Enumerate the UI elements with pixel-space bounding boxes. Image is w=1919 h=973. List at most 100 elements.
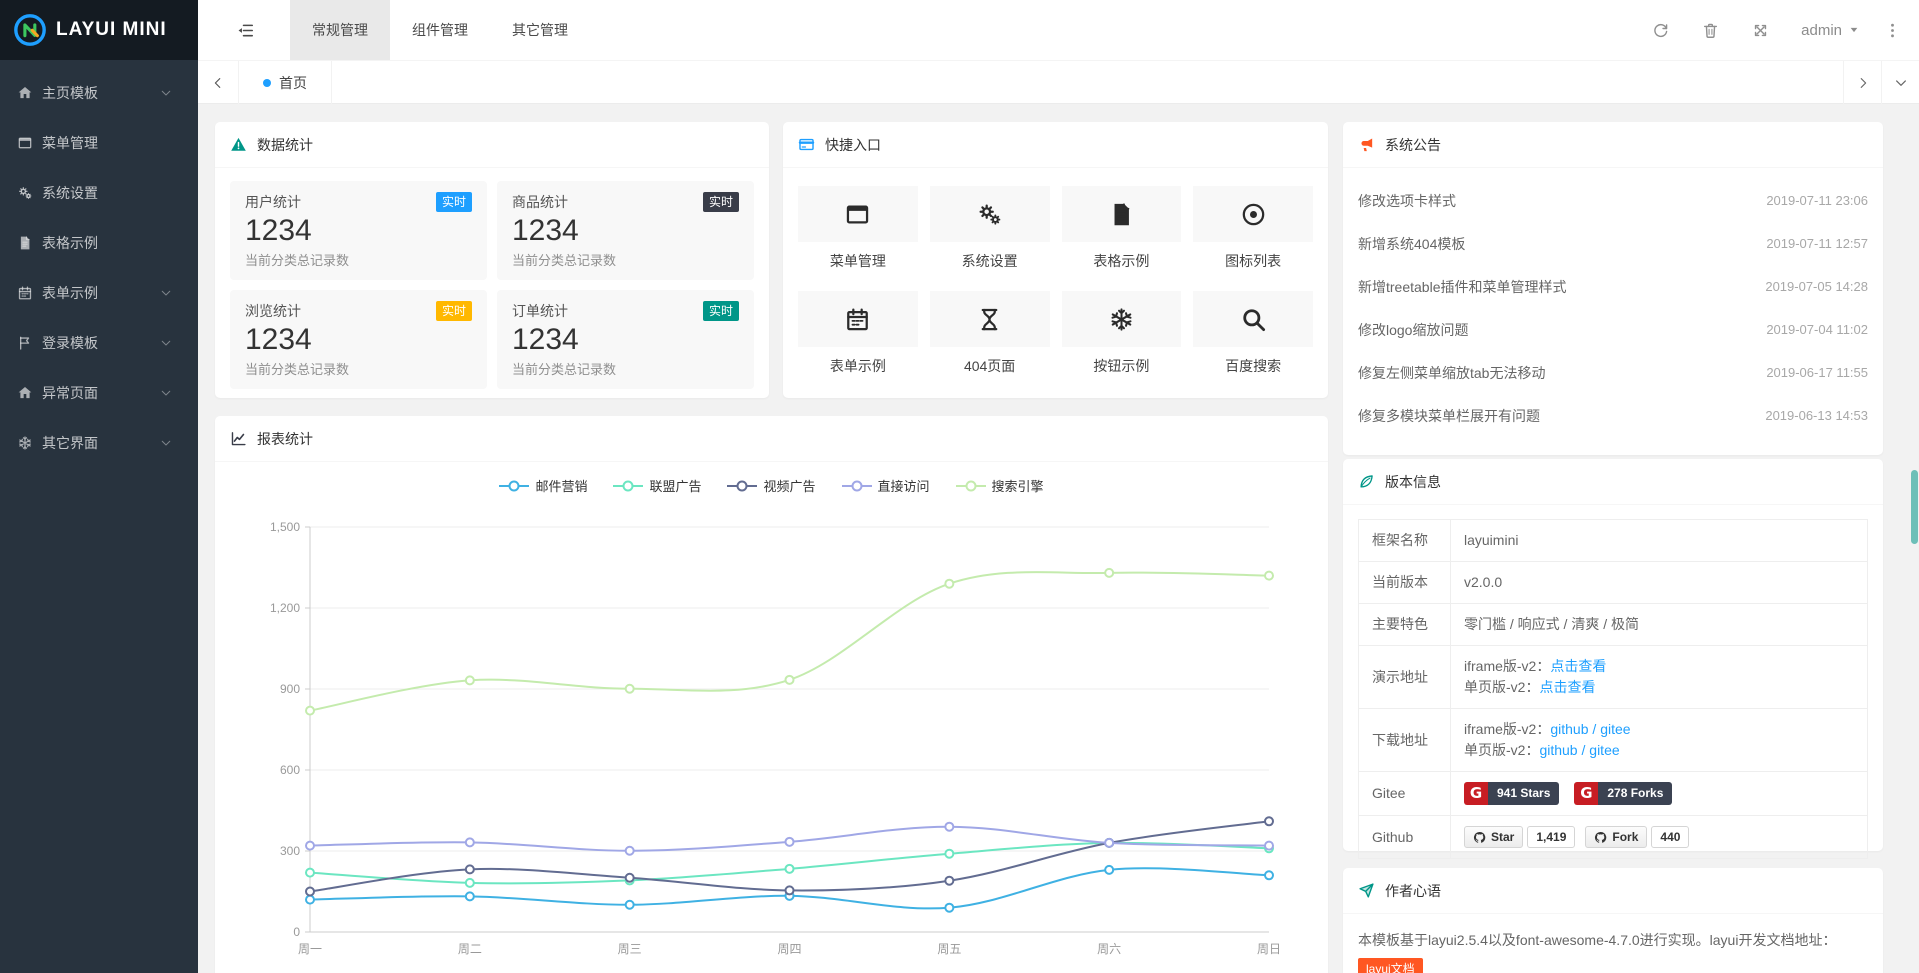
legend-mark-icon — [842, 480, 872, 492]
version-value: v2.0.0 — [1464, 574, 1502, 590]
svg-text:600: 600 — [280, 763, 300, 777]
dot-circle-icon — [1240, 201, 1267, 228]
quick-entry-1[interactable]: 系统设置 — [930, 186, 1050, 271]
sidebar-item-label: 异常页面 — [42, 383, 160, 403]
sidebar-item-3[interactable]: 表格示例 — [0, 218, 198, 268]
sidebar-item-6[interactable]: 异常页面 — [0, 368, 198, 418]
gitee-badge[interactable]: G278 Forks — [1574, 782, 1672, 805]
quick-entry-2[interactable]: 表格示例 — [1062, 186, 1182, 271]
version-row-1: 当前版本 v2.0.0 — [1359, 562, 1868, 604]
sidebar-item-2[interactable]: 系统设置 — [0, 168, 198, 218]
tab-home[interactable]: 首页 — [238, 61, 332, 104]
quick-entry-label: 表单示例 — [798, 356, 918, 376]
sidebar-item-5[interactable]: 登录模板 — [0, 318, 198, 368]
version-link[interactable]: github — [1550, 721, 1588, 737]
notice-item-1[interactable]: 新增系统404模板2019-07-11 12:57 — [1358, 222, 1868, 265]
quick-entry-0[interactable]: 菜单管理 — [798, 186, 918, 271]
legend-item-0[interactable]: 邮件营销 — [499, 476, 587, 495]
sidebar-item-label: 表单示例 — [42, 283, 160, 303]
github-fork-button[interactable]: Fork — [1585, 826, 1647, 848]
module-tab-1[interactable]: 组件管理 — [390, 0, 490, 60]
more-options-button[interactable] — [1875, 0, 1909, 60]
fullscreen-button[interactable] — [1735, 0, 1785, 60]
calendar-icon — [844, 306, 871, 333]
github-count[interactable]: 1,419 — [1527, 826, 1575, 848]
page-scrollbar[interactable] — [1911, 470, 1918, 544]
sidebar-item-0[interactable]: 主页模板 — [0, 68, 198, 118]
legend-item-1[interactable]: 联盟广告 — [613, 476, 701, 495]
clear-cache-button[interactable] — [1685, 0, 1735, 60]
stat-value: 1234 — [245, 324, 472, 356]
warning-triangle-icon — [230, 136, 247, 153]
version-link[interactable]: 点击查看 — [1550, 658, 1606, 674]
sidebar-item-4[interactable]: 表单示例 — [0, 268, 198, 318]
sidebar-item-label: 其它界面 — [42, 433, 160, 453]
notice-item-4[interactable]: 修复左侧菜单缩放tab无法移动2019-06-17 11:55 — [1358, 351, 1868, 394]
quick-entry-7[interactable]: 百度搜索 — [1193, 291, 1313, 376]
stat-card-3: 订单统计实时1234当前分类总记录数 — [497, 290, 754, 389]
window-icon — [17, 135, 33, 151]
notice-item-0[interactable]: 修改选项卡样式2019-07-11 23:06 — [1358, 179, 1868, 222]
quick-entry-4[interactable]: 表单示例 — [798, 291, 918, 376]
user-dropdown[interactable]: admin — [1785, 0, 1875, 60]
menu-collapse-button[interactable] — [222, 0, 268, 60]
tab-menu-button[interactable] — [1881, 61, 1919, 104]
gitee-badge[interactable]: G941 Stars — [1464, 782, 1559, 805]
chevron-down-icon — [160, 287, 172, 299]
notice-item-3[interactable]: 修改logo缩放问题2019-07-04 11:02 — [1358, 308, 1868, 351]
version-link[interactable]: github — [1539, 742, 1577, 758]
legend-item-2[interactable]: 视频广告 — [727, 476, 815, 495]
version-link[interactable]: 点击查看 — [1539, 679, 1595, 695]
quick-entry-6[interactable]: 按钮示例 — [1062, 291, 1182, 376]
version-label: 演示地址 — [1359, 646, 1451, 709]
sidebar-item-1[interactable]: 菜单管理 — [0, 118, 198, 168]
layui-doc-badge[interactable]: layui文档 — [1358, 958, 1423, 973]
notice-item-2[interactable]: 新增treetable插件和菜单管理样式2019-07-05 14:28 — [1358, 265, 1868, 308]
version-row-6: GithubStar1,419Fork440 — [1359, 816, 1868, 859]
version-label: 主要特色 — [1359, 604, 1451, 646]
app-title: LAYUI MINI — [56, 19, 167, 41]
window-icon — [844, 201, 871, 228]
version-label: 当前版本 — [1359, 562, 1451, 604]
svg-text:周五: 周五 — [937, 942, 961, 956]
cogs-icon — [976, 201, 1003, 228]
legend-label: 搜索引擎 — [992, 476, 1044, 495]
quick-entry-label: 图标列表 — [1193, 251, 1313, 271]
svg-text:周日: 周日 — [1257, 942, 1281, 956]
home-icon — [17, 85, 33, 101]
gitee-logo-icon: G — [1464, 782, 1488, 805]
stat-badge: 实时 — [703, 192, 739, 212]
legend-mark-icon — [727, 480, 757, 492]
panel-data-stats: 数据统计 用户统计实时1234当前分类总记录数商品统计实时1234当前分类总记录… — [215, 122, 769, 398]
version-line-prefix: 单页版-v2： — [1464, 679, 1539, 695]
file-text-icon — [1108, 201, 1135, 228]
version-link[interactable]: gitee — [1600, 721, 1630, 737]
sidebar-item-label: 表格示例 — [42, 233, 181, 253]
sidebar-item-7[interactable]: 其它界面 — [0, 418, 198, 468]
gitee-logo-icon: G — [1574, 782, 1598, 805]
quick-entry-3[interactable]: 图标列表 — [1193, 186, 1313, 271]
svg-text:周六: 周六 — [1097, 942, 1121, 956]
refresh-button[interactable] — [1635, 0, 1685, 60]
stat-value: 1234 — [245, 215, 472, 247]
legend-item-3[interactable]: 直接访问 — [842, 476, 930, 495]
version-label: 框架名称 — [1359, 520, 1451, 562]
sidebar-item-label: 系统设置 — [42, 183, 181, 203]
quick-entry-label: 404页面 — [930, 356, 1050, 376]
github-star-button[interactable]: Star — [1464, 826, 1523, 848]
module-tab-0[interactable]: 常规管理 — [290, 0, 390, 60]
notice-item-5[interactable]: 修复多模块菜单栏展开有问题2019-06-13 14:53 — [1358, 394, 1868, 437]
logo[interactable]: LAYUI MINI — [0, 0, 198, 60]
panel-version-info: 版本信息 框架名称layuimini当前版本v2.0.0主要特色零门槛 / 响应… — [1343, 459, 1883, 851]
tab-scroll-right-button[interactable] — [1843, 61, 1881, 104]
version-row-0: 框架名称layuimini — [1359, 520, 1868, 562]
quick-entry-5[interactable]: 404页面 — [930, 291, 1050, 376]
github-count[interactable]: 440 — [1651, 826, 1689, 848]
module-tab-2[interactable]: 其它管理 — [490, 0, 590, 60]
svg-text:900: 900 — [280, 682, 300, 696]
tab-home-label: 首页 — [279, 73, 307, 93]
tab-scroll-left-button[interactable] — [198, 61, 238, 104]
stat-badge: 实时 — [436, 301, 472, 321]
version-link[interactable]: gitee — [1589, 742, 1619, 758]
legend-item-4[interactable]: 搜索引擎 — [956, 476, 1044, 495]
